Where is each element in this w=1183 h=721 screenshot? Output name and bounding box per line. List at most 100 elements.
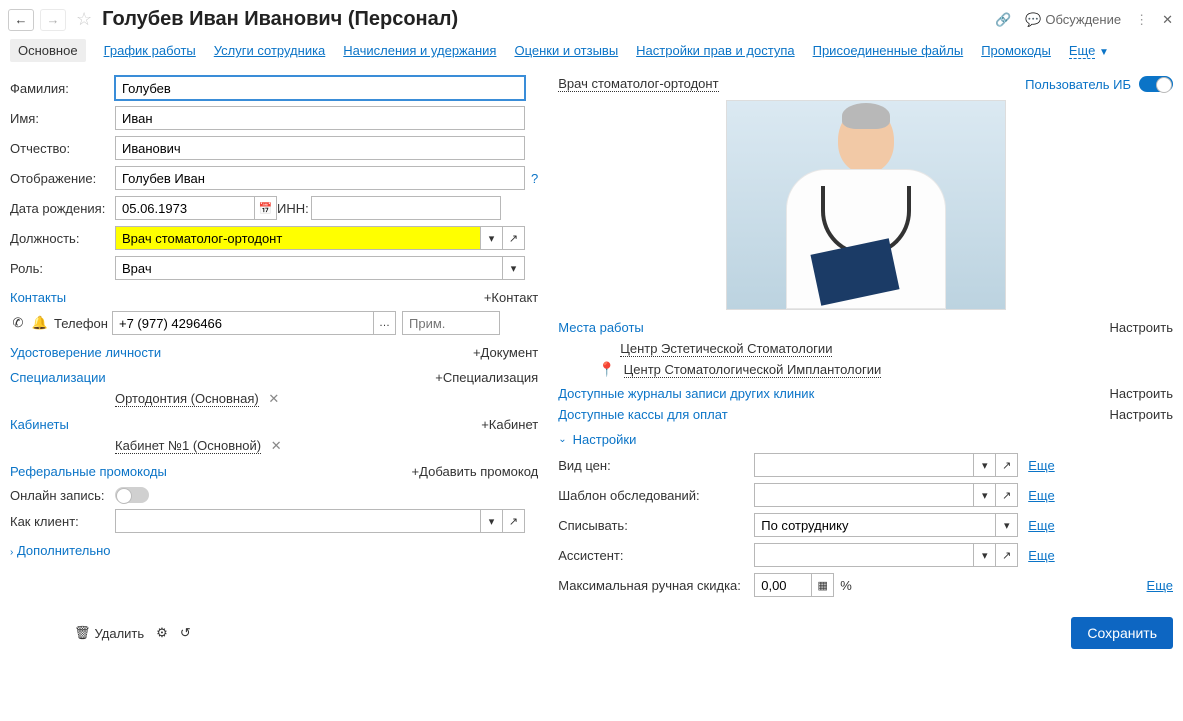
workplaces-configure[interactable]: Настроить [1109, 320, 1173, 335]
cabinet-item[interactable]: Кабинет №1 (Основной) [115, 438, 261, 454]
location-item-1[interactable]: Центр Эстетической Стоматологии [620, 341, 832, 357]
role-input[interactable] [115, 256, 503, 280]
label-display: Отображение: [10, 171, 115, 186]
nav-back-button[interactable]: ← [8, 9, 34, 31]
exam-tpl-open-icon[interactable]: ↗ [996, 483, 1018, 507]
writeoff-input[interactable] [754, 513, 996, 537]
position-dropdown-icon[interactable]: ▾ [481, 226, 503, 250]
label-exam-tpl: Шаблон обследований: [558, 488, 748, 503]
page-title: Голубев Иван Иванович (Персонал) [102, 8, 458, 31]
tab-schedule[interactable]: График работы [104, 43, 196, 58]
employee-photo[interactable] [726, 100, 1006, 310]
exam-tpl-input[interactable] [754, 483, 974, 507]
as-client-open-icon[interactable]: ↗ [503, 509, 525, 533]
add-document-link[interactable]: +Документ [473, 345, 538, 360]
max-discount-calc-icon[interactable]: ▦ [812, 573, 834, 597]
remove-spec-icon[interactable]: ✕ [262, 391, 285, 406]
tab-charges[interactable]: Начисления и удержания [343, 43, 496, 58]
chevron-down-icon: ▼ [1099, 47, 1109, 58]
position-input[interactable] [115, 226, 481, 250]
occupation-link[interactable]: Врач стоматолог-ортодонт [558, 76, 718, 92]
as-client-input[interactable] [115, 509, 481, 533]
price-type-open-icon[interactable]: ↗ [996, 453, 1018, 477]
journals-configure[interactable]: Настроить [1109, 386, 1173, 401]
writeoff-dropdown-icon[interactable]: ▾ [996, 513, 1018, 537]
ib-user-label[interactable]: Пользователь ИБ [1025, 77, 1131, 92]
location-item-2[interactable]: Центр Стоматологической Имплантологии [624, 362, 882, 378]
tab-services[interactable]: Услуги сотрудника [214, 43, 326, 58]
journals-label[interactable]: Доступные журналы записи других клиник [558, 386, 814, 401]
tab-rights[interactable]: Настройки прав и доступа [636, 43, 794, 58]
label-assistant: Ассистент: [558, 548, 748, 563]
assistant-more[interactable]: Еще [1028, 548, 1054, 563]
max-discount-more[interactable]: Еще [1147, 578, 1173, 593]
settings-toggle[interactable]: ⌄ Настройки [558, 432, 1173, 447]
label-as-client: Как клиент: [10, 514, 115, 529]
bell-icon[interactable]: 🔔 [32, 315, 48, 331]
remove-cabinet-icon[interactable]: ✕ [265, 438, 288, 453]
tab-files[interactable]: Присоединенные файлы [813, 43, 964, 58]
sliders-icon[interactable]: ⚙ [156, 625, 168, 641]
phone-icon[interactable]: ✆ [10, 315, 26, 331]
exam-tpl-dropdown-icon[interactable]: ▾ [974, 483, 996, 507]
phone-more-icon[interactable]: … [374, 311, 396, 335]
as-client-dropdown-icon[interactable]: ▾ [481, 509, 503, 533]
add-cabinet-link[interactable]: +Кабинет [481, 417, 538, 432]
assistant-input[interactable] [754, 543, 974, 567]
link-icon[interactable]: 🔗 [995, 12, 1011, 28]
workplaces-label[interactable]: Места работы [558, 320, 644, 335]
add-promo-link[interactable]: +Добавить промокод [412, 464, 539, 479]
price-type-dropdown-icon[interactable]: ▾ [974, 453, 996, 477]
assistant-open-icon[interactable]: ↗ [996, 543, 1018, 567]
price-type-input[interactable] [754, 453, 974, 477]
surname-input[interactable] [115, 76, 525, 100]
label-inn: ИНН: [277, 201, 311, 216]
label-role: Роль: [10, 261, 115, 276]
delete-button[interactable]: 🗑 Удалить [74, 625, 144, 641]
phone-input[interactable] [112, 311, 374, 335]
close-icon[interactable]: ✕ [1162, 12, 1173, 28]
delete-label: Удалить [95, 626, 145, 641]
section-ref-promo[interactable]: Реферальные промокоды [10, 464, 167, 479]
tab-main[interactable]: Основное [10, 39, 86, 62]
favorite-star-icon[interactable]: ☆ [72, 9, 96, 30]
writeoff-more[interactable]: Еще [1028, 518, 1054, 533]
role-dropdown-icon[interactable]: ▾ [503, 256, 525, 280]
nav-forward-button[interactable]: → [40, 9, 66, 31]
tab-more[interactable]: Еще ▼ [1069, 43, 1109, 58]
cash-configure[interactable]: Настроить [1109, 407, 1173, 422]
exam-tpl-more[interactable]: Еще [1028, 488, 1054, 503]
label-name: Имя: [10, 111, 115, 126]
specialization-item[interactable]: Ортодонтия (Основная) [115, 391, 259, 407]
additional-toggle[interactable]: Дополнительно [17, 543, 111, 558]
section-contacts[interactable]: Контакты [10, 290, 66, 305]
ib-user-toggle[interactable] [1139, 76, 1173, 92]
tab-more-label: Еще [1069, 43, 1095, 59]
dob-input[interactable] [115, 196, 255, 220]
save-button[interactable]: Сохранить [1071, 617, 1173, 649]
phone-note-input[interactable] [402, 311, 500, 335]
section-identity[interactable]: Удостоверение личности [10, 345, 161, 360]
discuss-button[interactable]: 💬 Обсуждение [1025, 12, 1121, 28]
add-specialization-link[interactable]: +Специализация [435, 370, 538, 385]
patronymic-input[interactable] [115, 136, 525, 160]
assistant-dropdown-icon[interactable]: ▾ [974, 543, 996, 567]
name-input[interactable] [115, 106, 525, 130]
position-open-icon[interactable]: ↗ [503, 226, 525, 250]
cash-label[interactable]: Доступные кассы для оплат [558, 407, 727, 422]
max-discount-input[interactable] [754, 573, 812, 597]
section-cabinets[interactable]: Кабинеты [10, 417, 69, 432]
calendar-icon[interactable]: 📅 [255, 196, 277, 220]
price-type-more[interactable]: Еще [1028, 458, 1054, 473]
inn-input[interactable] [311, 196, 501, 220]
label-writeoff: Списывать: [558, 518, 748, 533]
display-input[interactable] [115, 166, 525, 190]
online-record-toggle[interactable] [115, 487, 149, 503]
help-icon[interactable]: ? [525, 171, 538, 186]
add-contact-link[interactable]: +Контакт [484, 290, 538, 305]
tab-promo[interactable]: Промокоды [981, 43, 1051, 58]
history-icon[interactable]: ↺ [180, 625, 191, 641]
kebab-menu-icon[interactable]: ⋮ [1135, 12, 1148, 28]
tab-reviews[interactable]: Оценки и отзывы [514, 43, 618, 58]
section-specializations[interactable]: Специализации [10, 370, 106, 385]
